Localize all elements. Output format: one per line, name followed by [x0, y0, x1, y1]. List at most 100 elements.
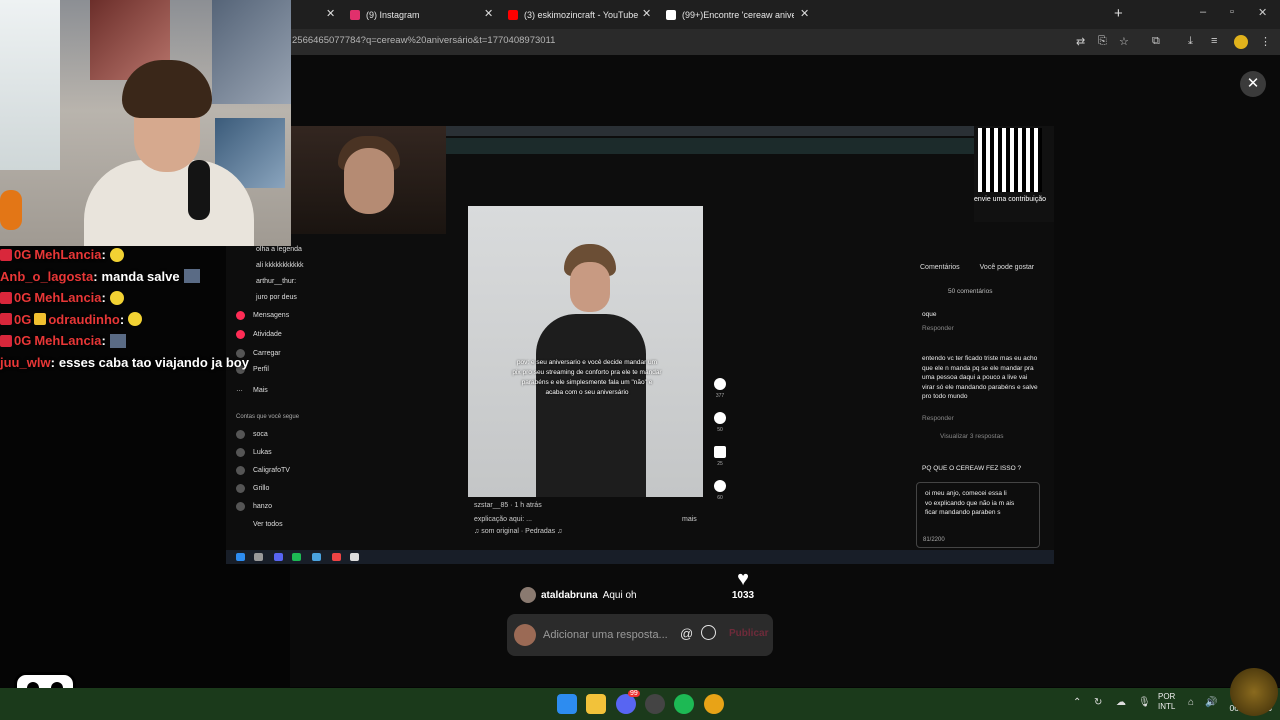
mic-icon[interactable]: 🎙: [1138, 697, 1151, 708]
streamer-body: [84, 160, 254, 246]
tab-youtube[interactable]: (3) eskimozincraft - YouTube: [508, 4, 638, 26]
chat-username: Anb_o_lagosta: [0, 268, 94, 284]
heart-icon[interactable]: ♥: [721, 568, 765, 590]
lol-emote-icon: [109, 290, 124, 305]
minimize-icon[interactable]: –: [1200, 6, 1206, 18]
qr-code: [978, 128, 1042, 192]
maximize-icon[interactable]: ▫: [1230, 6, 1234, 18]
share-icon: [714, 480, 726, 492]
avatar[interactable]: [520, 587, 536, 603]
app-icon: [332, 553, 341, 561]
instagram-icon: [350, 10, 360, 20]
steam-icon[interactable]: [645, 694, 665, 714]
save-action: 25: [712, 446, 728, 480]
reactor-webcam: [290, 126, 446, 234]
tab-close-icon[interactable]: ✕: [484, 7, 493, 20]
comment-text: oque: [922, 311, 937, 318]
comment-text: entendo vc ter ficado triste mas eu acho…: [922, 355, 1038, 400]
following-name: soca: [253, 431, 268, 438]
following-item: Ver todos: [236, 520, 283, 529]
mention-icon[interactable]: @: [680, 626, 693, 641]
menu-kebab-icon[interactable]: ⋮: [1260, 35, 1271, 48]
comment-meta: Responder: [922, 325, 954, 332]
profile-avatar[interactable]: [1234, 35, 1248, 49]
comment-username[interactable]: ataldabruna: [541, 590, 598, 601]
cloud-icon[interactable]: ☁: [1116, 697, 1126, 708]
tab-title: (99+)Encontre 'cereaw aniversá: [682, 10, 794, 20]
wall-poster: [212, 0, 291, 104]
file-explorer-icon[interactable]: [586, 694, 606, 714]
following-item: Lukas: [236, 448, 272, 457]
chevron-up-icon[interactable]: ⌃: [1073, 697, 1081, 708]
chat-username: MehLancia: [34, 290, 102, 306]
video-description: explicação aqui: ...: [474, 516, 532, 523]
youtube-icon: [508, 10, 518, 20]
comment-meta: Responder: [922, 415, 954, 422]
reply-input[interactable]: [543, 624, 681, 646]
avatar: [236, 430, 245, 439]
comment-count: 50: [717, 427, 723, 433]
install-icon[interactable]: ⎘: [1098, 35, 1107, 48]
steam-icon: [312, 553, 321, 561]
tab-close-icon[interactable]: ✕: [800, 7, 809, 20]
more-icon: …: [236, 386, 243, 393]
spotify-icon[interactable]: [674, 694, 694, 714]
embedded-comments-panel: Comentários Você pode gostar 50 comentár…: [906, 186, 1046, 558]
volume-icon[interactable]: 🔊: [1205, 697, 1217, 708]
like-button[interactable]: ♥ 1033: [721, 568, 765, 601]
chat-badge-text: 0G: [14, 333, 32, 349]
language-indicator[interactable]: POR INTL: [1158, 692, 1175, 712]
address-bar[interactable]: 2566465077784?q=cereaw%20aniversário&t=1…: [290, 29, 1280, 55]
media-icon[interactable]: ≡: [1211, 35, 1217, 47]
donation-qr-panel: envie uma contribuição: [974, 126, 1054, 222]
post-button[interactable]: Publicar: [729, 628, 768, 639]
video-person-body: [536, 314, 646, 497]
extensions-icon[interactable]: ⧉: [1152, 35, 1160, 48]
download-icon[interactable]: ⤓: [1188, 35, 1193, 48]
tab-tiktok[interactable]: (99+)Encontre 'cereaw aniversá: [666, 4, 794, 26]
close-window-icon[interactable]: ✕: [1258, 6, 1267, 19]
following-item: Grillo: [236, 484, 269, 493]
tiktok-icon: [666, 10, 676, 20]
chat-message: 0G odraudinho:: [0, 309, 290, 331]
comments-tabs: Comentários Você pode gostar: [920, 264, 1034, 271]
tab-close-icon[interactable]: ✕: [642, 7, 651, 20]
chat-badge-text: 0G: [14, 311, 32, 327]
translate-icon[interactable]: ⇄: [1076, 35, 1085, 48]
sync-icon[interactable]: ↻: [1094, 697, 1102, 708]
tab-instagram[interactable]: (9) Instagram: [350, 4, 480, 26]
avatar: [236, 484, 245, 493]
chat-message: 0G MehLancia:: [0, 287, 290, 309]
chat-username: odraudinho: [48, 311, 120, 327]
network-icon[interactable]: ⌂: [1188, 697, 1194, 708]
close-overlay-icon[interactable]: ✕: [1240, 71, 1266, 97]
tab-close-icon[interactable]: ✕: [326, 7, 335, 20]
chat-text: esses caba tao viajando ja boy: [58, 354, 249, 370]
embedded-taskbar: [226, 550, 1054, 564]
reactor-face: [344, 148, 394, 214]
comment-item: PQ QUE O CEREAW FEZ ISSO ?: [922, 464, 1040, 474]
corner-emblem: [1230, 668, 1278, 716]
reply-bar: @ Publicar: [507, 614, 773, 656]
bookmark-star-icon[interactable]: ☆: [1119, 35, 1129, 48]
chat-badge-text: 0G: [14, 290, 32, 306]
stream-chat: 0G MehLancia: Anb_o_lagosta: manda salve…: [0, 244, 290, 373]
comment-text: Aqui oh: [602, 589, 637, 601]
chat-text: manda salve: [101, 268, 180, 284]
chat-message: Anb_o_lagosta: manda salve: [0, 266, 290, 288]
share-action: 60: [712, 480, 728, 514]
discord-icon[interactable]: [616, 694, 636, 714]
emoji-icon[interactable]: [701, 625, 716, 640]
spotify-icon: [292, 553, 301, 561]
likes-count: 1033: [731, 590, 755, 601]
windows-start-icon[interactable]: [557, 694, 577, 714]
save-count: 25: [717, 461, 723, 467]
new-tab-button[interactable]: +: [1114, 5, 1123, 22]
chrome-icon[interactable]: [704, 694, 724, 714]
chat-username: juu_wlw: [0, 354, 51, 370]
url-text[interactable]: 2566465077784?q=cereaw%20aniversário&t=1…: [292, 35, 555, 46]
embedded-browser-tabrow: [446, 138, 1054, 154]
lol-emote-icon: [128, 312, 143, 327]
video-sound: ♫ som original · Pedradas ♫: [474, 528, 563, 535]
tab-comments: Comentários: [920, 264, 960, 271]
